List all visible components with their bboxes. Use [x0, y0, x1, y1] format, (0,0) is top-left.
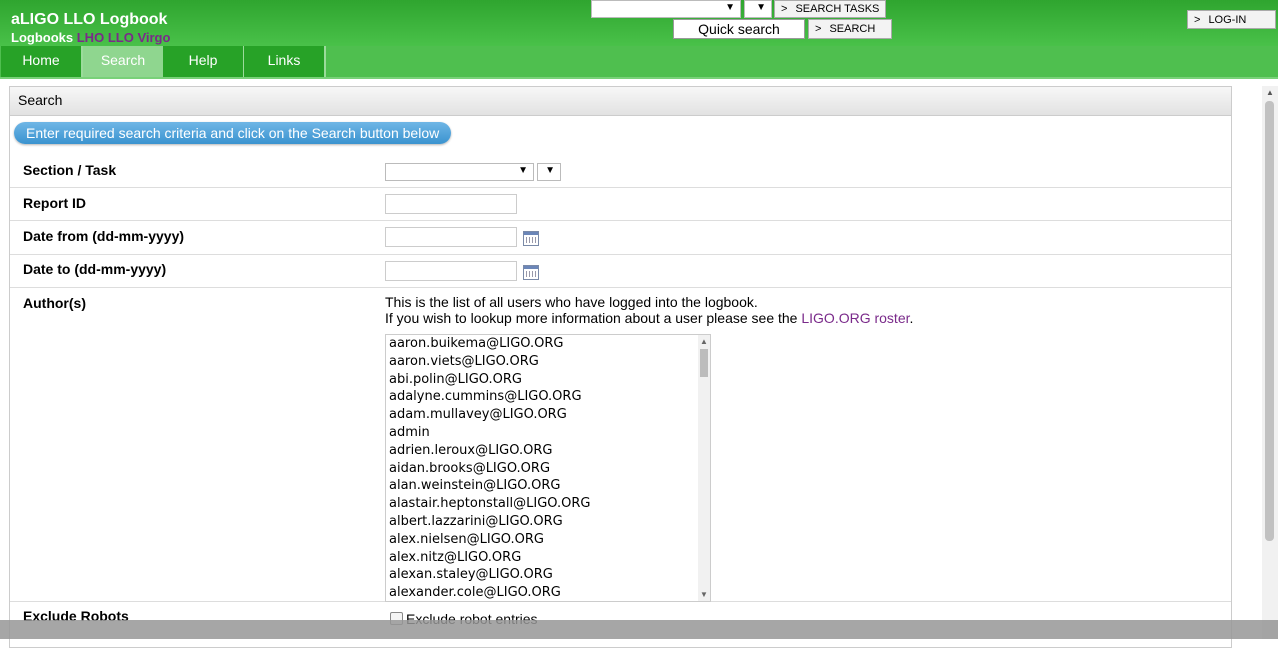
task-search-row: ▼ ▼ > SEARCH TASKS: [591, 0, 887, 18]
search-tasks-button[interactable]: > SEARCH TASKS: [774, 0, 887, 18]
chevron-down-icon: ▼: [725, 2, 735, 13]
logbook-link-lho[interactable]: LHO: [77, 30, 104, 45]
author-option[interactable]: admin: [386, 424, 710, 442]
login-button[interactable]: > LOG-IN: [1187, 10, 1276, 29]
authors-note-line-1: This is the list of all users who have l…: [385, 294, 758, 310]
quick-search-label: SEARCH: [829, 23, 876, 35]
authors-note-line-2: If you wish to lookup more information a…: [385, 310, 913, 326]
authors-note-prefix: If you wish to lookup more information a…: [385, 310, 802, 326]
app-header: aLIGO LLO Logbook Logbooks LHO LLO Virgo…: [0, 0, 1278, 46]
search-tasks-label: SEARCH TASKS: [795, 3, 880, 15]
author-option[interactable]: aaron.buikema@LIGO.ORG: [386, 335, 710, 353]
roster-link[interactable]: LIGO.ORG roster: [801, 310, 909, 326]
chevron-down-icon: ▼: [545, 165, 555, 176]
date-from-row: Date from (dd-mm-yyyy): [10, 221, 1231, 255]
author-option[interactable]: albert.lazzarini@LIGO.ORG: [386, 513, 710, 531]
app-title: aLIGO LLO Logbook: [11, 11, 168, 28]
nav-help[interactable]: Help: [163, 46, 245, 77]
logbook-link-llo[interactable]: LLO: [108, 30, 134, 45]
quick-search-button[interactable]: > SEARCH: [808, 19, 892, 39]
authors-row: Author(s) This is the list of all users …: [10, 294, 1231, 602]
chevron-down-icon: ▼: [756, 2, 766, 13]
chevron-right-icon: >: [781, 3, 788, 15]
authors-note: This is the list of all users who have l…: [385, 294, 913, 326]
nav-search[interactable]: Search: [83, 46, 165, 77]
date-from-label: Date from (dd-mm-yyyy): [23, 228, 185, 244]
nav-home[interactable]: Home: [1, 46, 83, 77]
author-option[interactable]: alexander.cole@LIGO.ORG: [386, 584, 710, 601]
logbooks-bar: Logbooks LHO LLO Virgo: [11, 30, 170, 45]
author-option[interactable]: adrien.leroux@LIGO.ORG: [386, 442, 710, 460]
date-to-row: Date to (dd-mm-yyyy): [10, 255, 1231, 288]
instruction-banner: Enter required search criteria and click…: [14, 122, 452, 144]
logbook-link-virgo[interactable]: Virgo: [137, 30, 170, 45]
date-from-input[interactable]: [385, 227, 517, 247]
authors-label: Author(s): [23, 295, 86, 311]
author-option[interactable]: alexan.staley@LIGO.ORG: [386, 566, 710, 584]
date-to-label: Date to (dd-mm-yyyy): [23, 261, 167, 277]
quick-search-row: Quick search > SEARCH: [673, 19, 892, 39]
panel-title: Search: [10, 87, 1231, 116]
task-section-select[interactable]: ▼: [591, 0, 741, 18]
report-id-row: Report ID: [10, 188, 1231, 221]
listbox-scroll-thumb[interactable]: [700, 349, 708, 377]
main-nav: Home Search Help Links: [0, 46, 1278, 79]
report-id-input[interactable]: [385, 194, 517, 214]
logbooks-label: Logbooks: [11, 30, 74, 45]
calendar-icon[interactable]: [523, 265, 539, 280]
scroll-up-icon[interactable]: ▲: [1266, 88, 1274, 97]
section-task-label: Section / Task: [23, 162, 117, 178]
task-subsection-select[interactable]: ▼: [744, 0, 772, 18]
section-select[interactable]: ▼: [385, 163, 534, 181]
author-option[interactable]: adalyne.cummins@LIGO.ORG: [386, 388, 710, 406]
author-option[interactable]: aidan.brooks@LIGO.ORG: [386, 460, 710, 478]
author-option[interactable]: alex.nielsen@LIGO.ORG: [386, 531, 710, 549]
scroll-up-icon[interactable]: ▲: [700, 337, 708, 346]
nav-links[interactable]: Links: [244, 46, 326, 77]
date-to-input[interactable]: [385, 261, 517, 281]
section-task-row: Section / Task ▼ ▼: [10, 155, 1231, 188]
author-option[interactable]: alex.nitz@LIGO.ORG: [386, 549, 710, 567]
chevron-right-icon: >: [815, 23, 822, 35]
authors-listbox[interactable]: aaron.buikema@LIGO.ORG aaron.viets@LIGO.…: [385, 334, 711, 602]
scroll-down-icon[interactable]: ▼: [700, 590, 708, 599]
author-option[interactable]: aaron.viets@LIGO.ORG: [386, 353, 710, 371]
calendar-icon[interactable]: [523, 231, 539, 246]
login-label: LOG-IN: [1208, 13, 1247, 26]
author-option[interactable]: alan.weinstein@LIGO.ORG: [386, 477, 710, 495]
chevron-right-icon: >: [1194, 13, 1201, 26]
search-panel: Search Enter required search criteria an…: [9, 86, 1232, 648]
chevron-down-icon: ▼: [518, 165, 528, 176]
author-option[interactable]: abi.polin@LIGO.ORG: [386, 371, 710, 389]
report-id-label: Report ID: [23, 195, 86, 211]
page-scrollbar[interactable]: ▲: [1262, 86, 1278, 639]
author-option[interactable]: adam.mullavey@LIGO.ORG: [386, 406, 710, 424]
task-select[interactable]: ▼: [537, 163, 561, 181]
author-option[interactable]: alastair.heptonstall@LIGO.ORG: [386, 495, 710, 513]
listbox-scrollbar[interactable]: ▲ ▼: [698, 335, 710, 601]
authors-note-suffix: .: [909, 310, 914, 326]
page-scroll-thumb[interactable]: [1265, 101, 1274, 541]
quick-search-input[interactable]: Quick search: [673, 19, 805, 39]
bottom-overlay-bar: [0, 620, 1278, 639]
